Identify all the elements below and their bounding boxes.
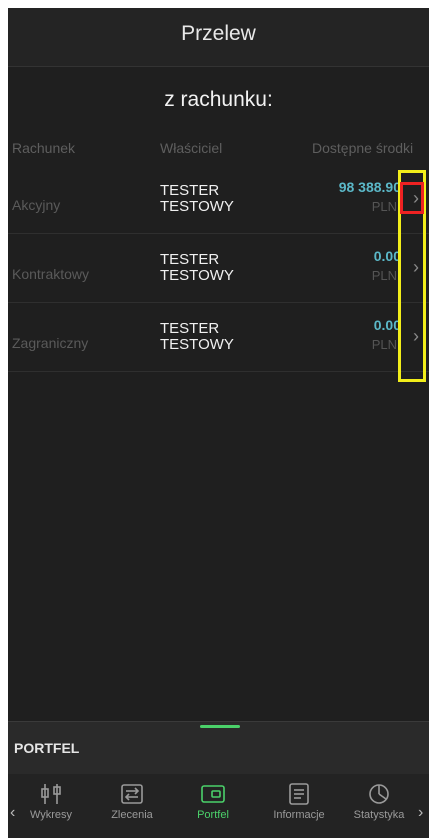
account-name: Akcyjny xyxy=(12,197,61,213)
nav-item-label: Informacje xyxy=(273,809,325,821)
panel-label: PORTFEL xyxy=(14,740,80,756)
table-row-zagraniczny[interactable]: Zagraniczny TESTER TESTOWY 0.00 PLN › xyxy=(8,303,429,372)
nav-item-wykresy[interactable]: Wykresy xyxy=(16,782,86,821)
column-header-owner: Właściciel xyxy=(160,140,223,156)
available-amount: 0.00 xyxy=(373,317,401,333)
nav-item-label: Zlecenia xyxy=(111,809,153,821)
owner-name: TESTER TESTOWY xyxy=(160,320,234,353)
nav-item-statystyka[interactable]: Statystyka xyxy=(344,782,414,821)
currency-label: PLN xyxy=(371,268,397,283)
chart-candles-icon xyxy=(41,784,61,804)
available-amount: 98 388.90 xyxy=(338,179,401,195)
chevron-left-icon[interactable]: ‹ xyxy=(10,804,15,822)
drag-handle[interactable] xyxy=(200,725,240,728)
nav-item-label: Statystyka xyxy=(353,809,405,821)
news-icon xyxy=(289,783,309,805)
highlight-box-red xyxy=(400,182,424,214)
section-title: z rachunku: xyxy=(164,88,273,111)
top-bar: Przelew xyxy=(8,8,429,67)
nav-item-informacje[interactable]: Informacje xyxy=(264,782,334,821)
stats-icon xyxy=(369,784,389,804)
owner-name: TESTER TESTOWY xyxy=(160,251,234,284)
screen: Przelew z rachunku: Rachunek Właściciel … xyxy=(8,8,429,838)
bottom-navigation: ‹ Wykresy Zlecenia Portfel Informacje St… xyxy=(8,774,429,838)
owner-name: TESTER TESTOWY xyxy=(160,182,234,215)
nav-item-portfel[interactable]: Portfel xyxy=(178,782,248,821)
chevron-right-icon[interactable]: › xyxy=(418,804,423,822)
swap-icon xyxy=(121,784,143,804)
table-row-akcyjny[interactable]: Akcyjny TESTER TESTOWY 98 388.90 PLN › xyxy=(8,165,429,234)
available-amount: 0.00 xyxy=(373,248,401,264)
currency-label: PLN xyxy=(371,337,397,352)
bottom-panel: PORTFEL ‹ Wykresy Zlecenia Portfel Infor… xyxy=(8,721,429,838)
currency-label: PLN xyxy=(371,199,397,214)
page-title: Przelew xyxy=(181,22,256,45)
account-name: Kontraktowy xyxy=(12,266,90,282)
column-header-available-funds: Dostępne środki xyxy=(312,140,414,156)
account-name: Zagraniczny xyxy=(12,335,89,351)
nav-item-zlecenia[interactable]: Zlecenia xyxy=(97,782,167,821)
table-row-kontraktowy[interactable]: Kontraktowy TESTER TESTOWY 0.00 PLN › xyxy=(8,234,429,303)
wallet-icon xyxy=(201,785,225,803)
column-header-account: Rachunek xyxy=(12,140,76,156)
nav-item-label: Wykresy xyxy=(29,809,73,821)
nav-item-label: Portfel xyxy=(197,809,229,821)
